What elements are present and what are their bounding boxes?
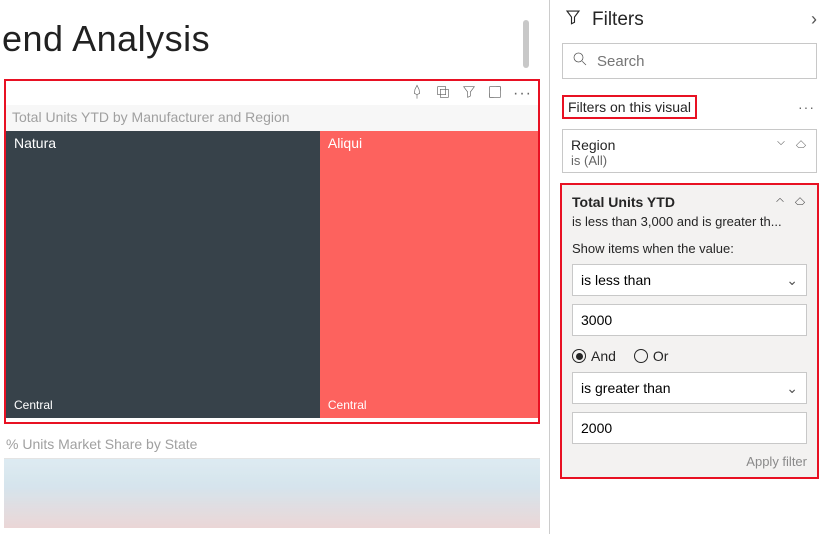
section-label: Filters on this visual <box>562 95 697 119</box>
tile-region: Central <box>14 398 53 412</box>
chevron-down-icon: ⌄ <box>786 272 798 289</box>
more-icon[interactable]: ··· <box>798 99 815 115</box>
radio-dot <box>572 349 586 363</box>
chevron-up-icon[interactable] <box>773 193 787 212</box>
filter-icon <box>564 8 582 31</box>
operator-select-2[interactable]: is greater than ⌄ <box>572 372 807 404</box>
search-input[interactable] <box>597 53 808 70</box>
radio-label: And <box>591 348 616 364</box>
map-visual[interactable] <box>4 458 540 528</box>
chevron-right-icon[interactable]: › <box>811 9 817 30</box>
filter-section-header: Filters on this visual ··· <box>550 91 827 123</box>
radio-dot <box>634 349 648 363</box>
visual-toolbar: ··· <box>6 81 538 105</box>
scrollbar[interactable] <box>523 20 529 68</box>
value-input-1[interactable] <box>572 304 807 336</box>
treemap-tile[interactable]: Aliqui Central <box>320 131 538 418</box>
chevron-down-icon: ⌄ <box>786 380 798 397</box>
pin-icon[interactable] <box>409 84 425 105</box>
tile-region: Central <box>328 398 367 412</box>
search-icon <box>571 50 589 73</box>
copy-icon[interactable] <box>435 84 451 105</box>
erase-icon[interactable] <box>794 136 808 153</box>
erase-icon[interactable] <box>793 193 807 212</box>
filter-name: Total Units YTD <box>572 194 773 210</box>
map-visual-title: % Units Market Share by State <box>6 436 197 452</box>
filter-name: Region <box>571 137 774 153</box>
radio-or[interactable]: Or <box>634 348 669 364</box>
filters-header: Filters › <box>550 0 827 43</box>
page-title: end Analysis <box>2 0 549 60</box>
radio-label: Or <box>653 348 669 364</box>
search-input-wrap[interactable] <box>562 43 817 79</box>
filter-summary: is less than 3,000 and is greater th... <box>572 214 807 229</box>
logic-radio-group: And Or <box>572 348 807 364</box>
radio-and[interactable]: And <box>572 348 616 364</box>
more-icon[interactable]: ··· <box>513 86 532 102</box>
focus-icon[interactable] <box>487 84 503 105</box>
value-input-2[interactable] <box>572 412 807 444</box>
operator-value: is less than <box>581 272 651 288</box>
chevron-down-icon[interactable] <box>774 136 788 153</box>
tile-label: Aliqui <box>328 135 362 151</box>
filters-pane: Filters › Filters on this visual ··· Reg… <box>550 0 827 534</box>
visual-title: Total Units YTD by Manufacturer and Regi… <box>6 105 538 131</box>
treemap-tile[interactable]: Natura Central <box>6 131 320 418</box>
filter-icon[interactable] <box>461 84 477 105</box>
treemap-body[interactable]: Natura Central Aliqui Central <box>6 131 538 418</box>
operator-value: is greater than <box>581 380 671 396</box>
filter-summary: is (All) <box>571 153 808 168</box>
filter-card-total-units-ytd: Total Units YTD is less than 3,000 and i… <box>560 183 819 479</box>
operator-select-1[interactable]: is less than ⌄ <box>572 264 807 296</box>
filters-title: Filters <box>592 9 801 31</box>
filter-prompt: Show items when the value: <box>572 241 807 256</box>
filter-card-region[interactable]: Region is (All) <box>562 129 817 173</box>
apply-filter-button[interactable]: Apply filter <box>572 454 807 469</box>
treemap-visual[interactable]: ··· Total Units YTD by Manufacturer and … <box>4 79 540 424</box>
tile-label: Natura <box>14 135 56 151</box>
